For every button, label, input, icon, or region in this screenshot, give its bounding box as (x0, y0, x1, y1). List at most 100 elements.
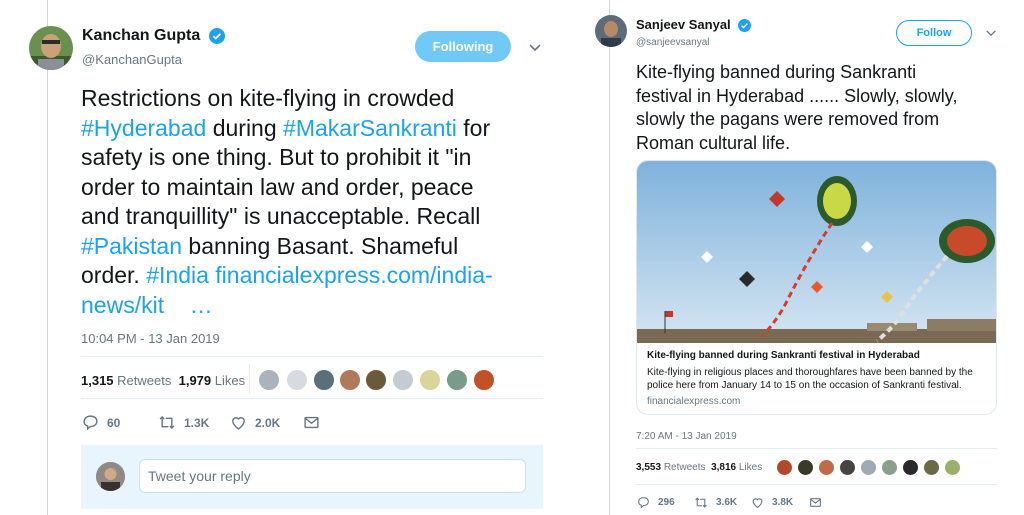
hashtag-link[interactable]: #India (146, 262, 209, 288)
divider (636, 484, 997, 485)
hashtag-link[interactable]: #MakarSankranti (283, 115, 457, 141)
stats-separator (249, 364, 250, 394)
retweet-icon (159, 415, 175, 430)
likes-count[interactable]: 1,979 (179, 373, 212, 388)
engagement-stats: 3,553 Retweets 3,816 Likes (636, 462, 762, 473)
tweet-text-segment: and tranquillity" is unacceptable. Recal… (81, 203, 481, 229)
retweet-action[interactable]: 3.6K (694, 496, 737, 509)
tweet-text-segment: Restrictions on kite-flying in crowded (81, 85, 455, 111)
following-button[interactable]: Following (415, 31, 511, 62)
liker-avatar[interactable] (839, 459, 856, 476)
my-avatar[interactable] (96, 462, 125, 491)
chevron-down-icon[interactable] (985, 29, 997, 38)
timestamp[interactable]: 10:04 PM - 13 Jan 2019 (81, 331, 220, 346)
liker-avatar[interactable] (446, 369, 468, 391)
user-name[interactable]: Sanjeev Sanyal (636, 17, 752, 33)
left-tweet: Kanchan Gupta @KanchanGupta Following Re… (0, 0, 560, 515)
card-image[interactable] (637, 161, 996, 343)
liker-avatar[interactable] (313, 369, 335, 391)
liker-avatar[interactable] (923, 459, 940, 476)
liker-avatar[interactable] (339, 369, 361, 391)
divider (81, 398, 543, 399)
liker-avatar[interactable] (473, 369, 495, 391)
tweet-text-segment: order. (81, 262, 147, 288)
liker-avatar[interactable] (860, 459, 877, 476)
reply-action[interactable]: 60 (82, 414, 120, 431)
engagement-stats: 1,315 Retweets 1,979 Likes (81, 373, 245, 388)
hashtag-link[interactable]: #Hyderabad (81, 115, 206, 141)
liker-avatar[interactable] (881, 459, 898, 476)
tweet-text-segment: banning Basant. Shameful (182, 232, 459, 259)
like-action[interactable]: 3.8K (751, 496, 793, 509)
tweet-text: Kite-flying banned during Sankranti fest… (636, 61, 1016, 155)
tweet-text-segment: during (206, 114, 284, 141)
likes-count[interactable]: 3,816 (711, 462, 736, 473)
liker-avatar[interactable] (818, 459, 835, 476)
like-count[interactable]: 3.8K (772, 497, 793, 508)
user-name-text[interactable]: Sanjeev Sanyal (636, 17, 731, 32)
link-card[interactable]: Kite-flying banned during Sankranti fest… (636, 160, 997, 415)
divider (81, 356, 543, 357)
timestamp[interactable]: 7:20 AM - 13 Jan 2019 (636, 431, 737, 442)
reply-count[interactable]: 296 (658, 497, 675, 508)
tweet-text-segment: order to maintain law and order, peace (81, 173, 474, 200)
liker-avatar[interactable] (258, 369, 280, 391)
retweet-icon (695, 497, 707, 508)
reply-action[interactable]: 296 (637, 496, 675, 509)
retweet-count[interactable]: 1.3K (184, 416, 209, 430)
heart-icon (232, 417, 245, 430)
message-action[interactable] (809, 496, 830, 509)
retweet-count[interactable]: 3.6K (716, 497, 737, 508)
avatar[interactable] (29, 26, 73, 70)
url-link[interactable]: news/kit … (81, 292, 213, 318)
message-action[interactable] (303, 414, 328, 431)
tweet-text-segment: festival in Hyderabad ...... Slowly, slo… (636, 85, 958, 106)
reply-icon (83, 415, 98, 431)
verified-badge-icon (208, 27, 225, 44)
tweet-text-segment: slowly the pagans were removed from (636, 109, 940, 129)
likes-label[interactable]: Likes (739, 462, 762, 473)
avatar[interactable] (595, 15, 627, 47)
tweet-text-segment: safety is one thing. But to prohibit it … (81, 144, 472, 170)
retweets-count[interactable]: 1,315 (81, 373, 114, 388)
thread-line (47, 0, 48, 515)
user-handle[interactable]: @sanjeevsanyal (636, 37, 710, 48)
retweets-label[interactable]: Retweets (117, 373, 171, 388)
retweets-count[interactable]: 3,553 (636, 462, 661, 473)
follow-button[interactable]: Follow (896, 20, 972, 46)
reply-icon (638, 497, 649, 509)
liker-avatar[interactable] (902, 459, 919, 476)
kites-photo (637, 161, 996, 343)
retweet-action[interactable]: 1.3K (158, 414, 209, 431)
retweets-label[interactable]: Retweets (664, 462, 706, 473)
tweet-text-segment: for (456, 114, 491, 141)
liker-avatar[interactable] (944, 459, 961, 476)
card-title[interactable]: Kite-flying banned during Sankranti fest… (647, 350, 920, 361)
tweet-text: Restrictions on kite-flying in crowded #… (81, 84, 551, 320)
thread-line (609, 0, 610, 515)
envelope-icon (304, 416, 319, 429)
reply-input[interactable]: Tweet your reply (139, 459, 526, 493)
divider (636, 448, 997, 449)
verified-badge-icon (738, 19, 752, 33)
liker-avatar[interactable] (365, 369, 387, 391)
liker-avatar[interactable] (419, 369, 441, 391)
liker-avatar[interactable] (776, 459, 793, 476)
like-count[interactable]: 2.0K (255, 416, 280, 430)
chevron-down-icon[interactable] (528, 43, 542, 53)
card-domain[interactable]: financialexpress.com (647, 396, 740, 407)
user-handle[interactable]: @KanchanGupta (82, 52, 182, 67)
tweet-text-segment: Kite-flying banned during Sankranti (636, 62, 917, 82)
user-name[interactable]: Kanchan Gupta (82, 27, 225, 45)
liker-avatar[interactable] (392, 369, 414, 391)
liker-avatar[interactable] (797, 459, 814, 476)
tweet-text-segment: Roman cultural life. (636, 132, 791, 153)
like-action[interactable]: 2.0K (230, 414, 280, 431)
likes-label[interactable]: Likes (215, 373, 245, 388)
user-name-text[interactable]: Kanchan Gupta (82, 27, 200, 44)
liker-avatar[interactable] (286, 369, 308, 391)
heart-icon (752, 498, 763, 509)
reply-count[interactable]: 60 (107, 416, 120, 430)
hashtag-link[interactable]: #Pakistan (81, 233, 182, 259)
url-link[interactable]: financialexpress.com/india- (209, 262, 492, 288)
